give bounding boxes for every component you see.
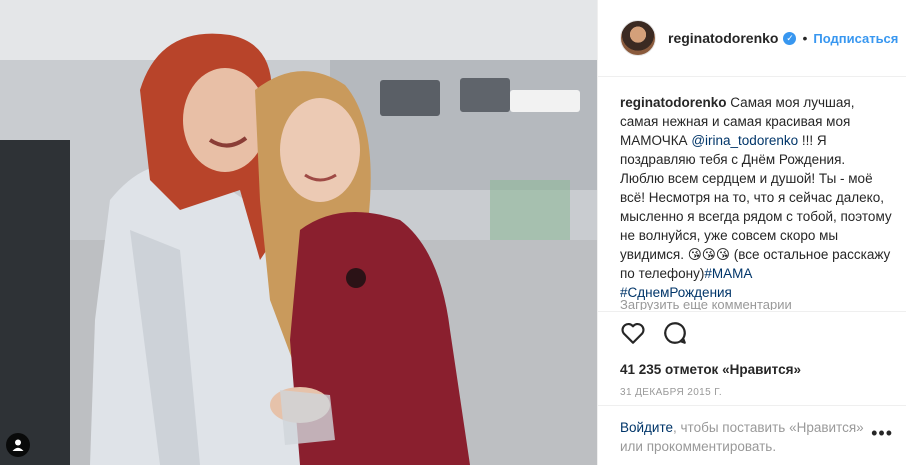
separator-dot: • bbox=[802, 30, 808, 46]
post-photo[interactable] bbox=[0, 0, 597, 465]
post-header: reginatodorenko ✓ • Подписаться bbox=[598, 0, 906, 77]
avatar[interactable] bbox=[620, 20, 656, 56]
photo-illustration bbox=[0, 0, 597, 465]
heart-icon[interactable] bbox=[620, 320, 646, 346]
caption-text-2: !!! Я поздравляю тебя с Днём Рождения. Л… bbox=[620, 133, 892, 281]
post-date: 31 декабря 2015 г. bbox=[620, 387, 723, 398]
more-options-icon[interactable]: ••• bbox=[871, 424, 893, 443]
login-link[interactable]: Войдите bbox=[620, 420, 673, 435]
post-actions: 41 235 отметок «Нравится» 31 декабря 201… bbox=[598, 311, 906, 419]
author-username[interactable]: reginatodorenko bbox=[668, 30, 778, 46]
comment-login-box: Войдите, чтобы поставить «Нравится» или … bbox=[598, 405, 906, 465]
follow-button[interactable]: Подписаться bbox=[813, 31, 898, 46]
verified-badge-icon: ✓ bbox=[783, 31, 797, 45]
mention-link[interactable]: @irina_todorenko bbox=[691, 133, 798, 148]
likes-count[interactable]: 41 235 отметок «Нравится» bbox=[620, 362, 906, 377]
user-tag-icon[interactable] bbox=[6, 433, 30, 457]
comment-icon[interactable] bbox=[662, 320, 688, 346]
load-more-comments[interactable]: Загрузить еще комментарии bbox=[620, 296, 792, 310]
post-side-panel: reginatodorenko ✓ • Подписаться reginato… bbox=[597, 0, 906, 465]
caption-author[interactable]: reginatodorenko bbox=[620, 95, 727, 110]
post-caption: reginatodorenko Самая моя лучшая, самая … bbox=[620, 93, 892, 302]
hashtag-link-mama[interactable]: #МАМА bbox=[704, 266, 752, 281]
